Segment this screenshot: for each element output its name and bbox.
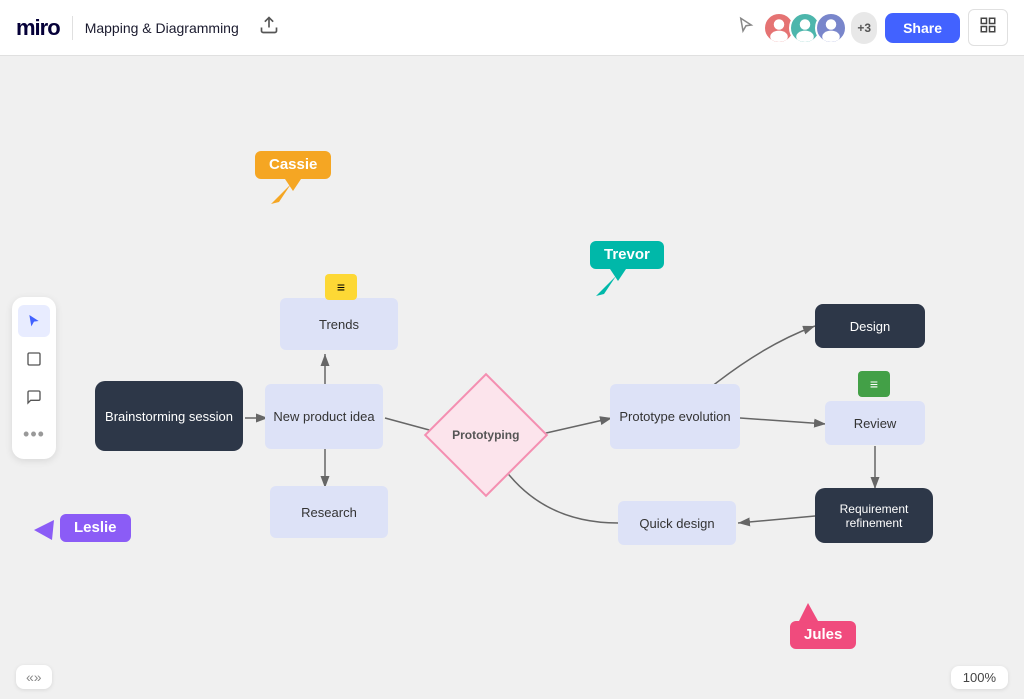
node-requirement-refinement[interactable]: Requirement refinement [815,488,933,543]
node-quick-design[interactable]: Quick design [618,501,736,545]
board-title[interactable]: Mapping & Diagramming [85,20,239,36]
bottom-left-nav[interactable]: «» [16,665,52,689]
template-button[interactable] [968,9,1008,46]
avatar-count: +3 [851,12,877,44]
topbar: miro Mapping & Diagramming [0,0,1024,56]
divider [72,16,73,40]
node-review[interactable]: Review [825,401,925,445]
comment-trends[interactable]: ≡ [325,274,357,300]
cursor-cassie: Cassie [255,151,331,179]
sticky-note-tool[interactable] [18,343,50,375]
node-new-product[interactable]: New product idea [265,384,383,449]
avatar-group: +3 [763,12,877,44]
node-design[interactable]: Design [815,304,925,348]
comment-review[interactable]: ≡ [858,371,890,397]
node-research[interactable]: Research [270,486,388,538]
more-tool[interactable]: ••• [18,419,50,451]
topbar-right: +3 Share [737,9,1008,46]
miro-logo: miro [16,15,60,41]
cursor-tool[interactable] [18,305,50,337]
node-brainstorming[interactable]: Brainstorming session [95,381,243,451]
node-prototype-evolution[interactable]: Prototype evolution [610,384,740,449]
sidebar: ••• [12,297,56,459]
zoom-level: 100% [951,666,1008,689]
nav-arrows-icon: «» [26,669,42,685]
cursor-jules: Jules [790,621,856,649]
canvas-area[interactable]: ••• Cassie Trevor [0,56,1024,699]
share-button[interactable]: Share [885,13,960,43]
comment-tool[interactable] [18,381,50,413]
avatar-3 [815,12,847,44]
topbar-left: miro Mapping & Diagramming [16,11,287,44]
upload-button[interactable] [251,11,287,44]
cursor-icon [737,16,755,39]
node-prototyping[interactable]: Prototyping [424,373,548,497]
cursor-leslie: Leslie [52,514,131,542]
cursor-trevor: Trevor [590,241,664,269]
node-trends[interactable]: Trends [280,298,398,350]
